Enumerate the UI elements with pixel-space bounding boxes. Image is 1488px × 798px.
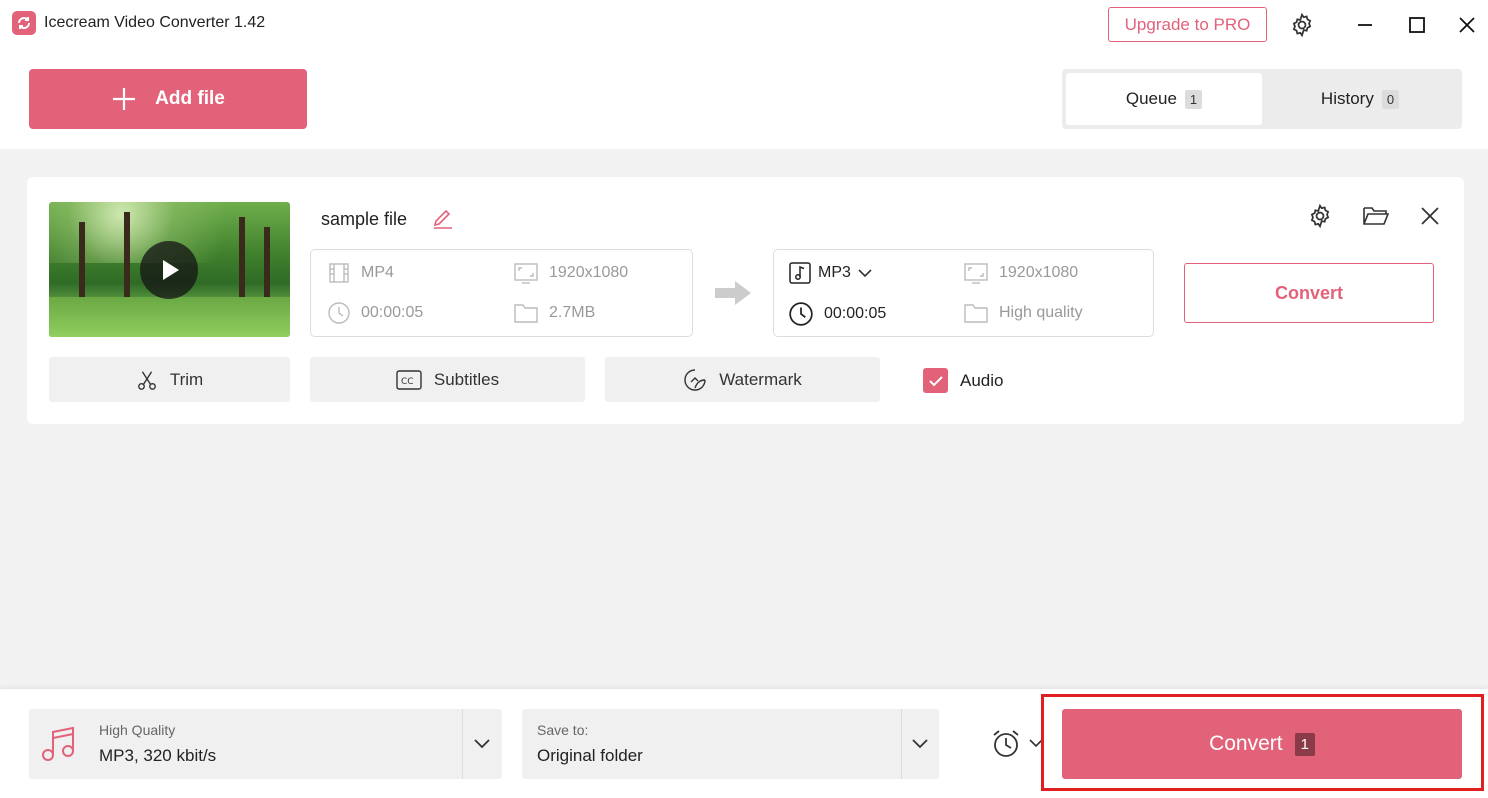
trim-label: Trim [169, 369, 204, 389]
alarm-clock-icon [993, 730, 1019, 757]
convert-all-label: Convert [1209, 732, 1283, 755]
source-size: 2.7MB [513, 301, 595, 325]
subtitles-label: Subtitles [433, 369, 500, 389]
convert-all-button[interactable]: Convert 1 [1062, 709, 1462, 779]
target-format-dropdown[interactable]: MP3 [788, 261, 873, 285]
target-quality-label: High quality [999, 304, 1083, 321]
scissors-icon [137, 370, 156, 390]
checkbox-checked-icon [923, 368, 948, 393]
video-thumbnail[interactable] [49, 202, 290, 337]
target-duration-label: 00:00:05 [824, 305, 887, 322]
arrow-right-icon [713, 278, 753, 313]
target-quality: High quality [963, 301, 1083, 325]
play-icon[interactable] [140, 241, 198, 299]
minimize-icon[interactable] [1350, 10, 1380, 40]
queue-history-tabs: Queue 1 History 0 [1062, 69, 1462, 129]
film-icon [329, 263, 349, 283]
preset-value: MP3, 320 kbit/s [99, 746, 217, 765]
source-size-label: 2.7MB [549, 304, 596, 321]
chevron-down-icon [1029, 739, 1043, 748]
top-toolbar: Add file Queue 1 History 0 [0, 48, 1488, 149]
save-to-select[interactable]: Save to: Original folder [522, 709, 939, 779]
clock-icon [789, 302, 813, 326]
folder-icon [964, 304, 988, 323]
folder-icon [514, 304, 538, 323]
resolution-icon [514, 263, 538, 284]
plus-icon [113, 88, 136, 110]
target-format-label: MP3 [818, 264, 851, 281]
source-info-box: MP4 1920x1080 00:00:05 2.7MB [310, 249, 693, 337]
preset-select[interactable]: High Quality MP3, 320 kbit/s [29, 709, 502, 779]
schedule-alarm-button[interactable] [990, 727, 1044, 759]
file-name: sample file [321, 209, 408, 229]
file-card: sample file MP4 1920x1080 00:00:05 2.7MB [27, 177, 1464, 424]
target-resolution: 1920x1080 [963, 261, 1078, 285]
tab-queue-label: Queue [1125, 89, 1177, 108]
watermark-label: Watermark [719, 369, 802, 389]
watermark-icon [684, 368, 706, 391]
add-file-label: Add file [155, 88, 225, 109]
source-resolution-label: 1920x1080 [549, 264, 629, 281]
watermark-button[interactable]: Watermark [605, 357, 880, 402]
source-duration: 00:00:05 [327, 301, 423, 325]
add-file-button[interactable]: Add file [29, 69, 307, 129]
preset-title: High Quality [99, 722, 176, 738]
open-folder-icon[interactable] [1361, 201, 1391, 231]
upgrade-to-pro-button[interactable]: Upgrade to PRO [1108, 7, 1267, 42]
convert-file-button[interactable]: Convert [1184, 263, 1434, 323]
close-window-icon[interactable] [1452, 10, 1482, 40]
source-duration-label: 00:00:05 [361, 304, 424, 321]
chevron-down-icon[interactable] [472, 733, 492, 753]
target-resolution-label: 1920x1080 [999, 264, 1079, 281]
queue-count-badge: 1 [1184, 89, 1203, 109]
audio-label: Audio [960, 370, 1004, 390]
history-count-badge: 0 [1381, 89, 1400, 109]
target-info-box: MP3 1920x1080 00:00:05 High quality [773, 249, 1154, 337]
save-to-value: Original folder [537, 746, 643, 765]
maximize-icon[interactable] [1402, 10, 1432, 40]
closed-captions-icon: CC [396, 369, 422, 390]
trim-button[interactable]: Trim [49, 357, 290, 402]
chevron-down-icon[interactable] [910, 733, 930, 753]
chevron-down-icon [858, 269, 872, 278]
subtitles-button[interactable]: CC Subtitles [310, 357, 585, 402]
tab-queue[interactable]: Queue 1 [1066, 73, 1262, 125]
source-format: MP4 [327, 261, 394, 285]
convert-count-badge: 1 [1294, 732, 1315, 756]
music-note-icon [789, 262, 811, 284]
app-logo-icon [12, 11, 36, 35]
music-notes-icon [42, 726, 74, 761]
resolution-icon [964, 263, 988, 284]
clock-icon [328, 302, 350, 324]
app-title: Icecream Video Converter 1.42 [44, 14, 266, 31]
tab-history[interactable]: History 0 [1262, 73, 1458, 125]
title-bar: Icecream Video Converter 1.42 Upgrade to… [0, 0, 1488, 48]
source-resolution: 1920x1080 [513, 261, 628, 285]
target-duration: 00:00:05 [788, 301, 886, 327]
remove-file-icon[interactable] [1415, 201, 1445, 231]
settings-gear-icon[interactable] [1287, 10, 1317, 40]
audio-checkbox[interactable]: Audio [923, 368, 1003, 393]
file-settings-icon[interactable] [1305, 201, 1335, 231]
tab-history-label: History [1320, 89, 1374, 108]
source-format-label: MP4 [361, 264, 394, 281]
save-to-label: Save to: [537, 722, 589, 738]
bottom-bar: High Quality MP3, 320 kbit/s Save to: Or… [0, 689, 1488, 798]
edit-name-icon[interactable] [431, 207, 455, 236]
svg-text:CC: CC [401, 377, 414, 387]
